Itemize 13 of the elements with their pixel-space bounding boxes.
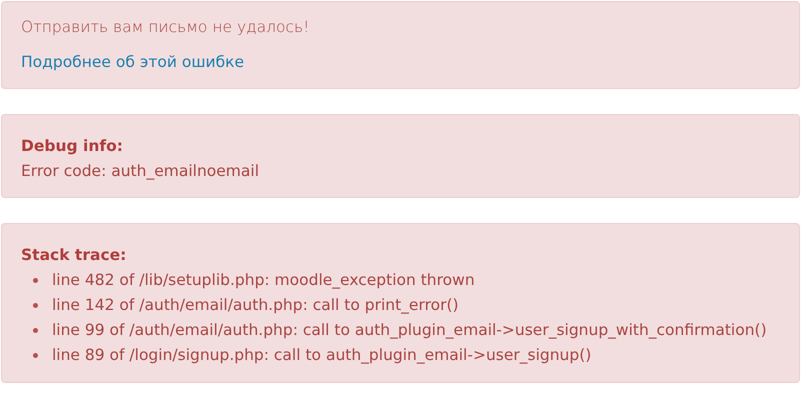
bullet-icon [33,352,38,358]
stack-trace-heading: Stack trace: [21,245,128,266]
stack-trace-line: line 99 of /auth/email/auth.php: call to auth_plugin_email->user_signup_with_confirmation() [52,320,767,341]
stack-trace-line: line 89 of /login/signup.php: call to auth_plugin_email->user_signup() [52,344,592,366]
bullet-icon [33,328,38,332]
error-details-link[interactable]: Подробнее об этой ошибке [21,53,244,71]
bullet-icon [33,278,38,282]
bullet-icon [33,302,38,308]
error-message: Отправить вам письмо не удалось! [21,17,310,38]
debug-info-heading: Debug info: [21,136,124,157]
stack-trace-line: line 142 of /auth/email/auth.php: call to print_error() [52,294,459,316]
error-code: Error code: auth_emailnoemail [21,160,260,182]
stack-trace-line: line 482 of /lib/setuplib.php: moodle_exception thrown [52,270,475,291]
